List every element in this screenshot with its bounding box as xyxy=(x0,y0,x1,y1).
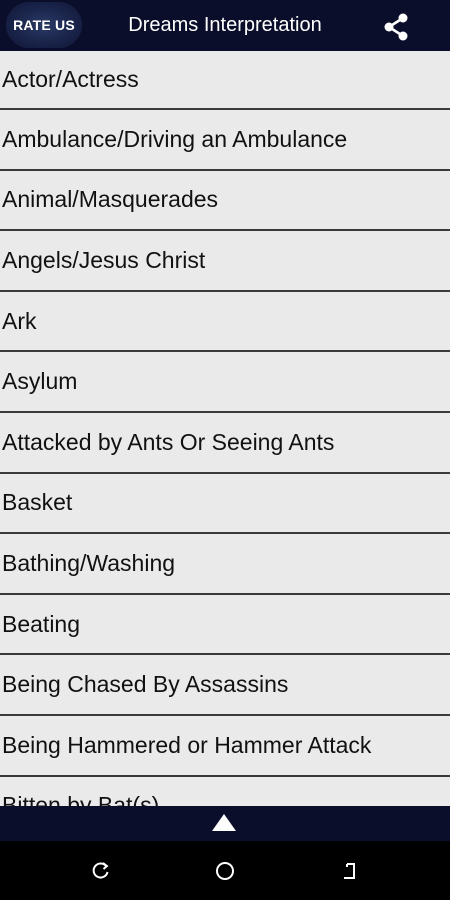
screen: RATE US Dreams Interpretation Actor/Actr… xyxy=(0,0,450,900)
list-item-label: Animal/Masquerades xyxy=(2,186,219,213)
list-item[interactable]: Animal/Masquerades xyxy=(0,170,450,232)
rate-us-button[interactable]: RATE US xyxy=(6,2,82,48)
list-item-label: Asylum xyxy=(2,368,78,395)
list-item-label: Attacked by Ants Or Seeing Ants xyxy=(2,428,335,455)
list-item-label: Bitten by Bat(s) xyxy=(2,792,160,806)
list-item[interactable]: Asylum xyxy=(0,352,450,413)
bottom-bar xyxy=(0,806,450,841)
list-item-label: Being Hammered or Hammer Attack xyxy=(2,731,372,758)
dream-topic-list[interactable]: Actor/Actress Ambulance/Driving an Ambula… xyxy=(0,51,450,806)
recent-apps-icon[interactable] xyxy=(90,860,112,882)
list-item-label: Beating xyxy=(2,610,81,637)
share-icon-graphic xyxy=(384,13,408,41)
list-item[interactable]: Being Hammered or Hammer Attack xyxy=(0,715,450,777)
list-item[interactable]: Beating xyxy=(0,594,450,656)
list-item[interactable]: Bitten by Bat(s) xyxy=(0,776,450,806)
list-item[interactable]: Bathing/Washing xyxy=(0,534,450,595)
list-item[interactable]: Attacked by Ants Or Seeing Ants xyxy=(0,412,450,474)
list-item[interactable]: Basket xyxy=(0,473,450,535)
list-item[interactable]: Ark xyxy=(0,291,450,353)
list-item[interactable]: Angels/Jesus Christ xyxy=(0,231,450,292)
list-item-label: Angels/Jesus Christ xyxy=(2,246,206,273)
list-item-label: Being Chased By Assassins xyxy=(2,671,289,698)
list-item-label: Ark xyxy=(2,307,37,334)
system-nav-bar xyxy=(0,841,450,900)
app-bar: RATE US Dreams Interpretation xyxy=(0,0,450,51)
scroll-up-arrow-icon[interactable] xyxy=(212,814,236,831)
list-item[interactable]: Being Chased By Assassins xyxy=(0,655,450,716)
list-item-label: Actor/Actress xyxy=(2,66,139,92)
home-icon[interactable] xyxy=(214,860,236,882)
list-item-label: Basket xyxy=(2,489,73,516)
list-item-label: Ambulance/Driving an Ambulance xyxy=(2,125,348,152)
list-item-label: Bathing/Washing xyxy=(2,549,176,576)
list-item[interactable]: Ambulance/Driving an Ambulance xyxy=(0,110,450,171)
share-icon[interactable] xyxy=(382,13,410,41)
back-icon[interactable] xyxy=(339,860,361,882)
list-item[interactable]: Actor/Actress xyxy=(0,51,450,110)
